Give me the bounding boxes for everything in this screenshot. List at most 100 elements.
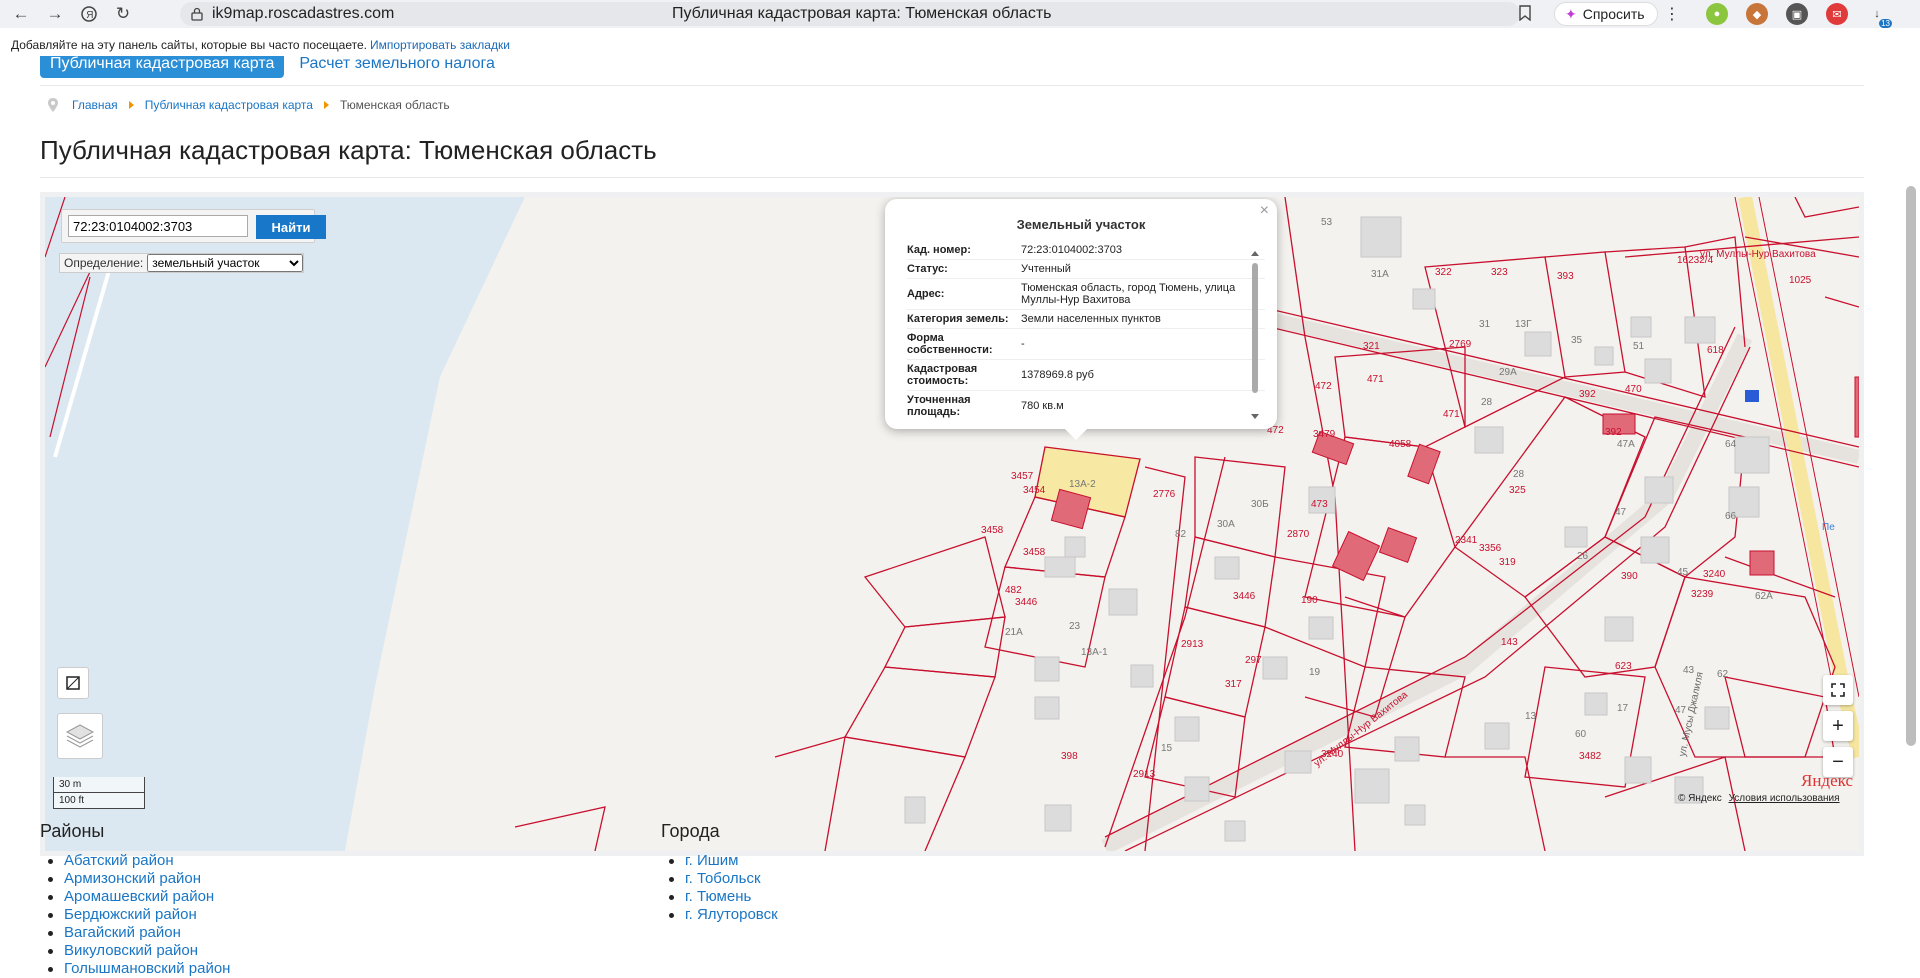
- definition-select[interactable]: земельный участок: [147, 254, 304, 272]
- zoom-in-button[interactable]: +: [1823, 711, 1853, 741]
- parcel-label[interactable]: 3482: [1579, 751, 1602, 762]
- extension-icon-3[interactable]: ▣: [1786, 3, 1808, 25]
- bookmark-icon[interactable]: [1518, 5, 1532, 21]
- district-link[interactable]: Бердюжский район: [64, 906, 197, 923]
- parcel-label[interactable]: 30Б: [1251, 499, 1269, 510]
- parcel-label[interactable]: 2769: [1449, 339, 1472, 350]
- parcel-label[interactable]: 3446: [1015, 597, 1038, 608]
- city-link[interactable]: г. Ишим: [685, 852, 738, 869]
- parcel-label[interactable]: 66: [1725, 511, 1737, 522]
- parcel-label[interactable]: 53: [1321, 217, 1333, 228]
- parcel-label[interactable]: 473: [1311, 499, 1328, 510]
- parcel-label[interactable]: 623: [1615, 661, 1632, 672]
- city-link[interactable]: г. Тюмень: [685, 888, 751, 905]
- parcel-label[interactable]: 3356: [1479, 543, 1502, 554]
- menu-kebab-icon[interactable]: ⋮: [1664, 4, 1680, 24]
- district-link[interactable]: Вагайский район: [64, 924, 181, 941]
- parcel-label[interactable]: 31: [1479, 319, 1491, 330]
- city-link[interactable]: г. Тобольск: [685, 870, 761, 887]
- parcel-label[interactable]: 322: [1435, 267, 1452, 278]
- extension-icon-4[interactable]: ✉: [1826, 3, 1848, 25]
- parcel-label[interactable]: 43: [1683, 665, 1695, 676]
- terms-link[interactable]: Условия использования: [1729, 793, 1840, 804]
- layers-button[interactable]: [57, 713, 103, 759]
- parcel-label[interactable]: 2870: [1287, 529, 1310, 540]
- city-link[interactable]: г. Ялуторовск: [685, 906, 778, 923]
- nav-cadastral-map[interactable]: Публичная кадастровая карта: [40, 56, 285, 78]
- parcel-label[interactable]: 618: [1707, 345, 1724, 356]
- parcel-label[interactable]: 35: [1571, 335, 1583, 346]
- parcel-label[interactable]: 323: [1491, 267, 1508, 278]
- parcel-label[interactable]: 62А: [1755, 591, 1773, 602]
- parcel-label[interactable]: 29А: [1499, 367, 1517, 378]
- parcel-label[interactable]: 3458: [1023, 547, 1046, 558]
- parcel-label[interactable]: 17: [1617, 703, 1629, 714]
- breadcrumb-home[interactable]: Главная: [72, 98, 118, 112]
- cadastral-number-input[interactable]: [68, 215, 248, 237]
- parcel-label[interactable]: 321: [1363, 341, 1380, 352]
- parcel-label[interactable]: 45: [1677, 567, 1689, 578]
- parcel-label[interactable]: 51: [1633, 341, 1645, 352]
- page-scrollbar[interactable]: [1906, 186, 1916, 746]
- parcel-label[interactable]: 82: [1175, 529, 1187, 540]
- parcel-label[interactable]: 143: [1501, 637, 1518, 648]
- parcel-label[interactable]: 13А-2: [1069, 479, 1096, 490]
- extension-icon-1[interactable]: ●: [1706, 3, 1728, 25]
- parcel-label[interactable]: 1025: [1789, 275, 1812, 286]
- parcel-label[interactable]: 16232/4: [1677, 255, 1714, 266]
- parcel-label[interactable]: 393: [1557, 271, 1574, 282]
- parcel-label[interactable]: 15: [1161, 743, 1173, 754]
- parcel-label[interactable]: 26: [1577, 551, 1589, 562]
- parcel-label[interactable]: 3240: [1321, 749, 1344, 760]
- parcel-label[interactable]: 64: [1725, 439, 1737, 450]
- parcel-label[interactable]: 2913: [1133, 769, 1156, 780]
- parcel-label[interactable]: 398: [1061, 751, 1078, 762]
- parcel-label[interactable]: 472: [1315, 381, 1332, 392]
- parcel-label[interactable]: 482: [1005, 585, 1022, 596]
- parcel-label[interactable]: 30А: [1217, 519, 1235, 530]
- district-link[interactable]: Викуловский район: [64, 942, 198, 959]
- parcel-label[interactable]: 21А: [1005, 627, 1023, 638]
- parcel-label[interactable]: 13А-1: [1081, 647, 1108, 658]
- parcel-label[interactable]: 47: [1675, 705, 1687, 716]
- ask-button[interactable]: ✦ Спросить: [1554, 2, 1658, 26]
- breadcrumb-map[interactable]: Публичная кадастровая карта: [145, 98, 313, 112]
- district-link[interactable]: Армизонский район: [64, 870, 201, 887]
- parcel-label[interactable]: 28: [1481, 397, 1493, 408]
- parcel-label[interactable]: 2776: [1153, 489, 1176, 500]
- downloads-icon[interactable]: ↓ 13: [1866, 3, 1892, 28]
- forward-icon[interactable]: →: [42, 1, 68, 27]
- find-button[interactable]: Найти: [256, 215, 326, 239]
- district-link[interactable]: Голышмановский район: [64, 960, 230, 977]
- cadastral-map[interactable]: ул. Муллы-Нур Вахитова ул. Муллы-Нур Вах…: [40, 192, 1864, 856]
- parcel-label[interactable]: 4058: [1389, 439, 1412, 450]
- parcel-label[interactable]: 190: [1301, 595, 1318, 606]
- parcel-label[interactable]: 3479: [1313, 429, 1336, 440]
- district-link[interactable]: Абатский район: [64, 852, 174, 869]
- parcel-label[interactable]: 392: [1605, 427, 1622, 438]
- yandex-browser-icon[interactable]: Я: [76, 1, 102, 27]
- parcel-label[interactable]: 471: [1367, 374, 1384, 385]
- parcel-label[interactable]: 28: [1513, 469, 1525, 480]
- parcel-label[interactable]: 325: [1509, 485, 1526, 496]
- parcel-label[interactable]: 3240: [1703, 569, 1726, 580]
- fullscreen-button[interactable]: [1823, 675, 1853, 705]
- popup-scrollbar[interactable]: [1251, 251, 1259, 419]
- back-icon[interactable]: ←: [8, 1, 34, 27]
- parcel-label[interactable]: 13Г: [1515, 319, 1532, 330]
- nav-land-tax[interactable]: Расчет земельного налога: [299, 56, 495, 78]
- parcel-label[interactable]: 392: [1579, 389, 1596, 400]
- parcel-label[interactable]: 23: [1069, 621, 1081, 632]
- parcel-label[interactable]: 3457: [1011, 471, 1034, 482]
- ruler-tool-button[interactable]: [57, 667, 89, 699]
- parcel-label[interactable]: 471: [1443, 409, 1460, 420]
- parcel-label[interactable]: 390: [1621, 571, 1638, 582]
- parcel-label[interactable]: 13: [1525, 711, 1537, 722]
- reload-icon[interactable]: ↻: [110, 1, 136, 27]
- parcel-label[interactable]: 47А: [1617, 439, 1635, 450]
- district-link[interactable]: Аромашевский район: [64, 888, 214, 905]
- parcel-label[interactable]: 3239: [1691, 589, 1714, 600]
- scroll-up-icon[interactable]: [1251, 251, 1259, 256]
- parcel-label[interactable]: 297: [1245, 655, 1262, 666]
- parcel-label[interactable]: 470: [1625, 384, 1642, 395]
